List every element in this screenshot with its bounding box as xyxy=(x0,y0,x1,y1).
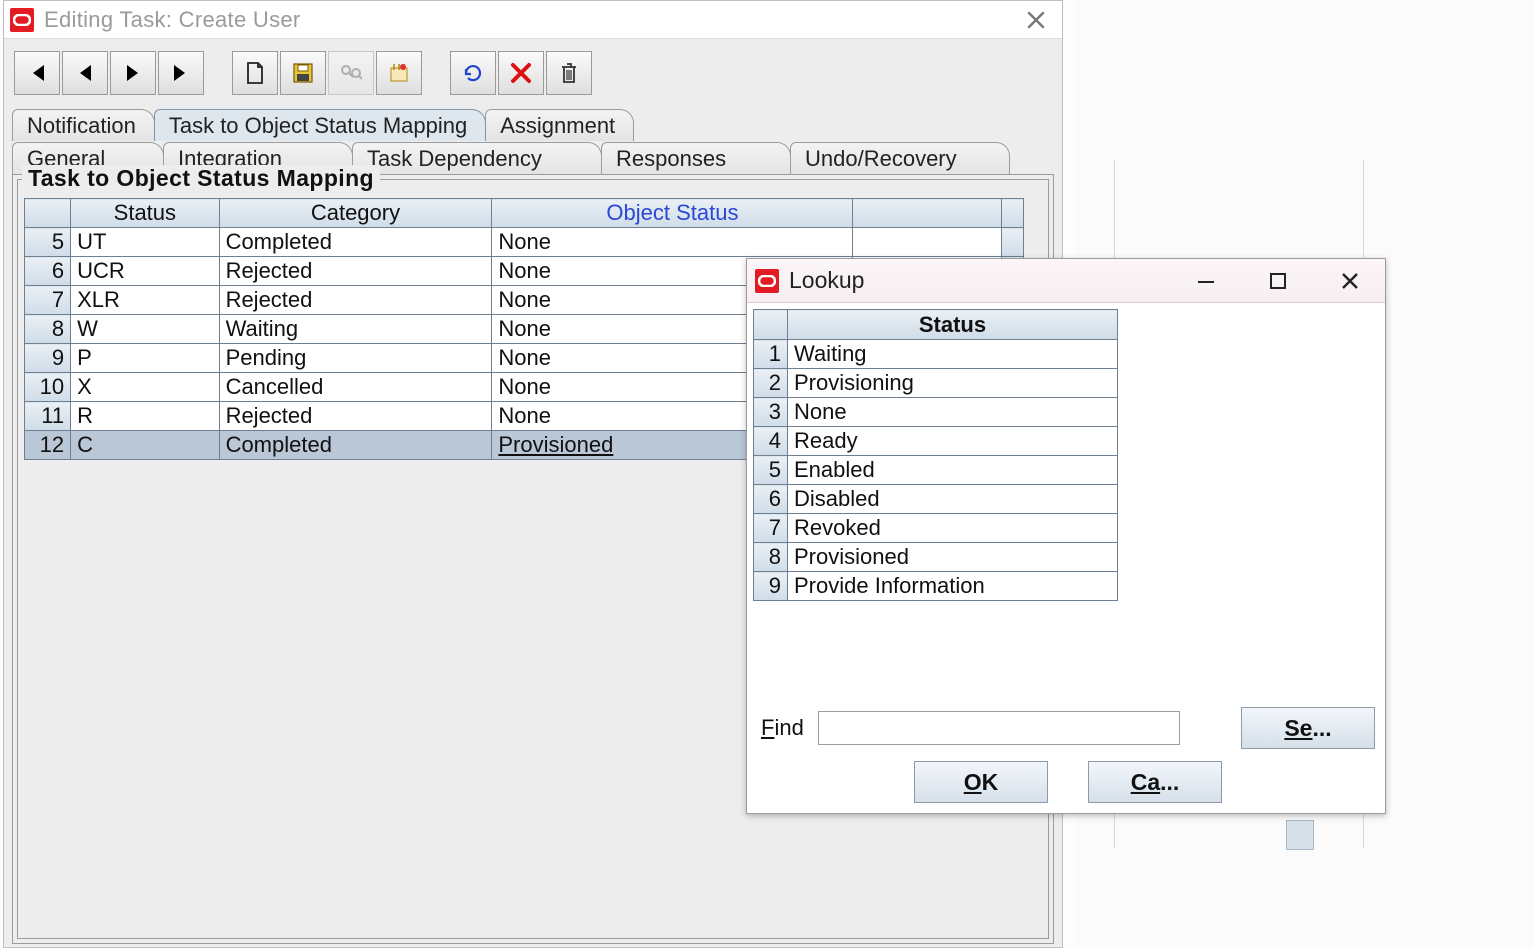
next-record-button[interactable] xyxy=(110,51,156,95)
lookup-row[interactable]: 2Provisioning xyxy=(754,369,1118,398)
col-head-object-status[interactable]: Object Status xyxy=(492,199,853,228)
tab-responses[interactable]: Responses xyxy=(601,142,791,174)
minimize-icon[interactable] xyxy=(1189,267,1223,295)
lookup-titlebar[interactable]: Lookup xyxy=(747,259,1385,303)
lookup-row[interactable]: 7Revoked xyxy=(754,514,1118,543)
lookup-row[interactable]: 3None xyxy=(754,398,1118,427)
main-close-icon[interactable] xyxy=(1016,5,1056,35)
cancel-button[interactable]: Ca... xyxy=(1088,761,1222,803)
ok-button[interactable]: OK xyxy=(914,761,1048,803)
oracle-logo-icon xyxy=(10,8,34,32)
mapping-legend: Task to Object Status Mapping xyxy=(22,165,380,192)
tab-notification[interactable]: Notification xyxy=(12,109,155,141)
main-titlebar: Editing Task: Create User xyxy=(4,1,1062,39)
save-button[interactable] xyxy=(280,51,326,95)
find-button xyxy=(328,51,374,95)
lookup-row[interactable]: 8Provisioned xyxy=(754,543,1118,572)
lookup-row[interactable]: 9Provide Information xyxy=(754,572,1118,601)
new-button[interactable] xyxy=(232,51,278,95)
lookup-row[interactable]: 4Ready xyxy=(754,427,1118,456)
main-window-title: Editing Task: Create User xyxy=(44,7,301,33)
trash-button[interactable] xyxy=(546,51,592,95)
lookup-title: Lookup xyxy=(789,267,864,294)
lookup-row[interactable]: 1Waiting xyxy=(754,340,1118,369)
lookup-row[interactable]: 5Enabled xyxy=(754,456,1118,485)
tab-task-dependency[interactable]: Task Dependency xyxy=(352,142,602,174)
find-input[interactable] xyxy=(818,711,1180,745)
mapping-row[interactable]: 5 UT Completed None xyxy=(25,228,1024,257)
lookup-col-status[interactable]: Status xyxy=(788,310,1118,340)
tab-undo-recovery[interactable]: Undo/Recovery xyxy=(790,142,1010,174)
bg-scroll-thumb[interactable] xyxy=(1286,820,1314,850)
maximize-icon[interactable] xyxy=(1261,267,1295,295)
last-record-button[interactable] xyxy=(158,51,204,95)
find-label: Find xyxy=(761,715,804,741)
refresh-button[interactable] xyxy=(450,51,496,95)
first-record-button[interactable] xyxy=(14,51,60,95)
col-head-category[interactable]: Category xyxy=(219,199,492,228)
lookup-grid[interactable]: Status 1Waiting 2Provisioning 3None 4Rea… xyxy=(753,309,1118,601)
col-head-status[interactable]: Status xyxy=(71,199,219,228)
close-icon[interactable] xyxy=(1333,267,1367,295)
search-button[interactable]: Se... xyxy=(1241,707,1375,749)
tab-assignment[interactable]: Assignment xyxy=(485,109,634,141)
prev-record-button[interactable] xyxy=(62,51,108,95)
toolbar xyxy=(12,47,1054,107)
lookup-dialog: Lookup Status 1Waiting 2Provisioning 3No… xyxy=(746,258,1386,814)
tab-task-to-object-status-mapping[interactable]: Task to Object Status Mapping xyxy=(154,109,486,141)
oracle-logo-icon xyxy=(755,269,779,293)
lookup-row[interactable]: 6Disabled xyxy=(754,485,1118,514)
notes-button[interactable] xyxy=(376,51,422,95)
tab-row-upper: Notification Task to Object Status Mappi… xyxy=(12,107,1054,141)
delete-red-button[interactable] xyxy=(498,51,544,95)
